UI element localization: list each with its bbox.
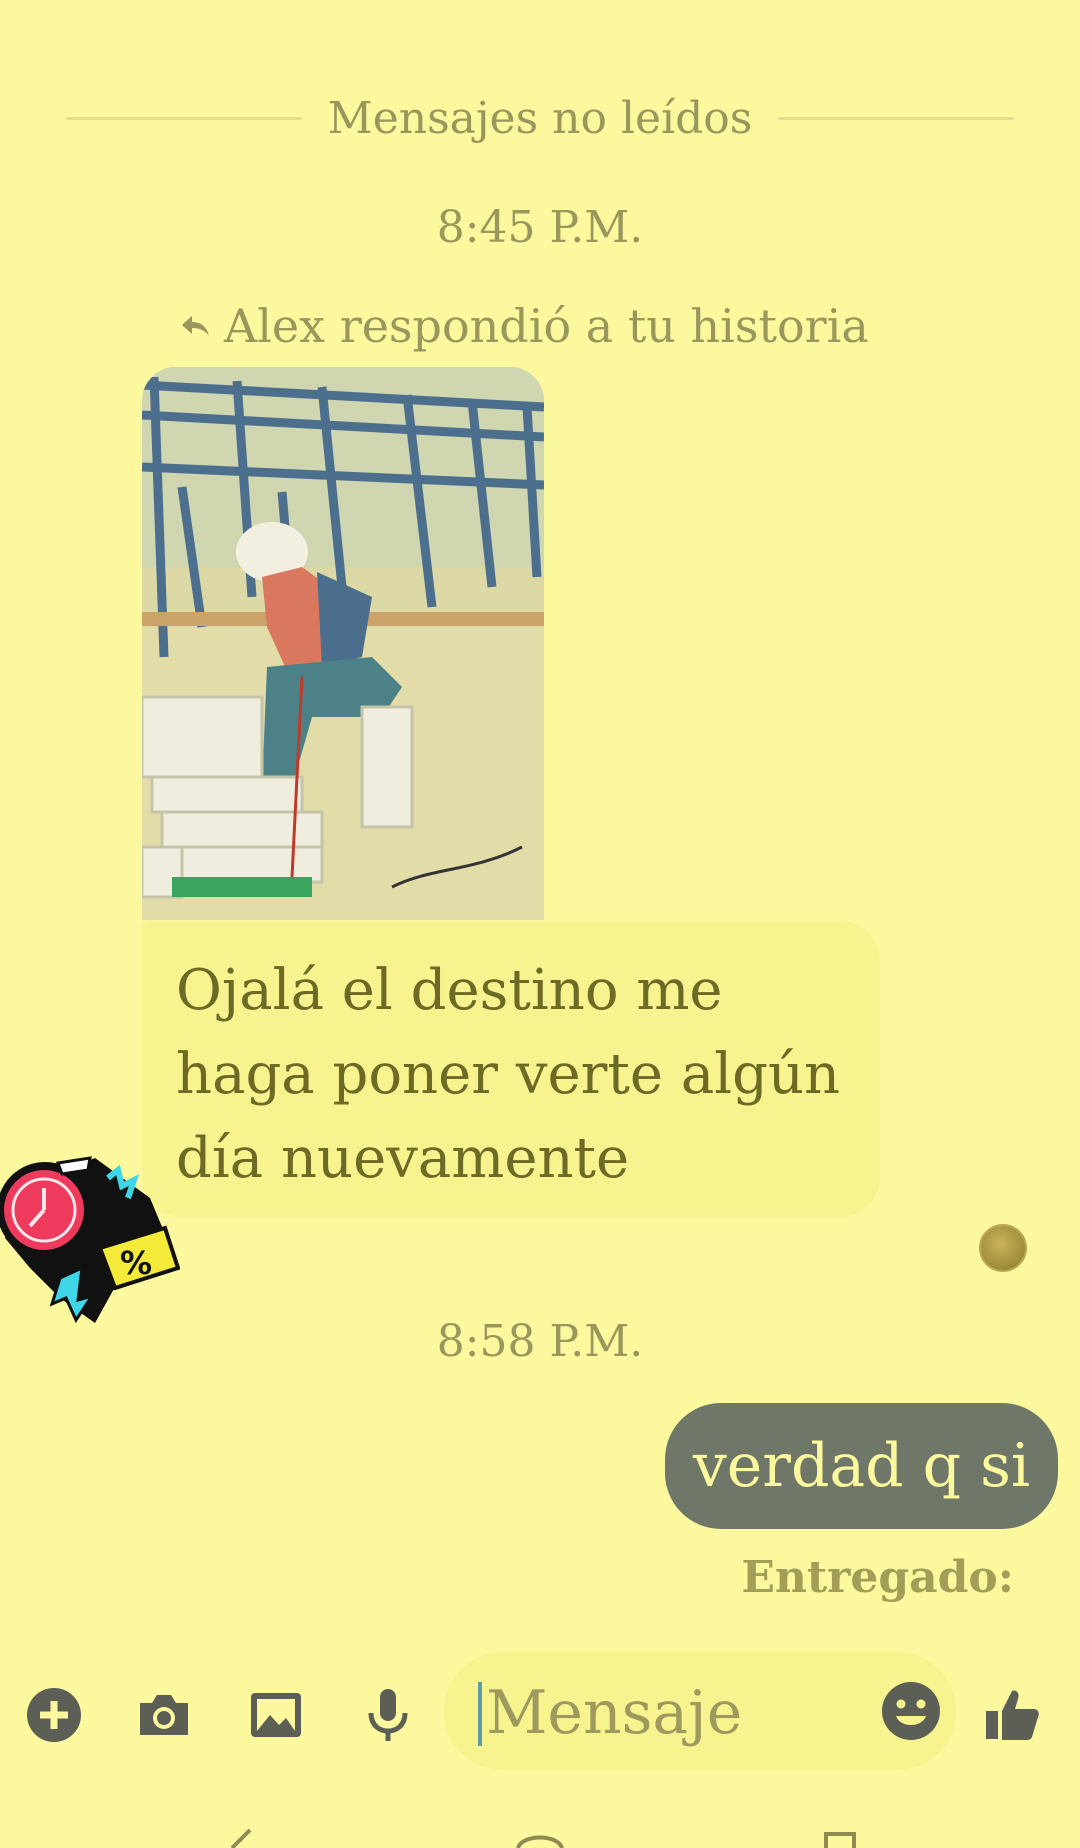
outgoing-message-bubble[interactable]: verdad q si — [665, 1403, 1058, 1529]
story-reply-label: Alex respondió a tu historia — [224, 299, 869, 353]
timestamp-second: 8:58 P.M. — [436, 1316, 644, 1367]
microphone-icon[interactable] — [358, 1685, 418, 1745]
message-input[interactable] — [484, 1670, 848, 1756]
message-input-container — [444, 1652, 956, 1770]
camera-icon[interactable] — [134, 1685, 194, 1745]
unread-divider-label: Mensajes no leídos — [327, 92, 753, 144]
plus-icon[interactable] — [24, 1685, 84, 1745]
thumbs-up-icon[interactable] — [982, 1685, 1042, 1745]
story-photo — [142, 367, 544, 920]
text-cursor — [478, 1682, 482, 1746]
gallery-icon[interactable] — [246, 1685, 306, 1745]
home-nav-icon[interactable] — [514, 1828, 566, 1848]
seen-avatar — [979, 1224, 1027, 1272]
reply-arrow-icon — [182, 316, 209, 336]
divider-line-left — [66, 116, 302, 120]
divider-line-right — [778, 116, 1015, 120]
svg-text:%: % — [120, 1244, 152, 1282]
discount-timer-sticker-icon: % — [0, 1156, 180, 1324]
system-nav-bar — [0, 1808, 1080, 1848]
back-nav-icon[interactable] — [220, 1828, 260, 1848]
story-thumbnail[interactable] — [142, 367, 544, 920]
story-reply-note: Alex respondió a tu historia — [180, 296, 869, 356]
incoming-message-bubble[interactable]: Ojalá el destino me haga poner verte alg… — [142, 921, 880, 1217]
unread-divider: Mensajes no leídos — [66, 88, 1015, 148]
timestamp-first: 8:45 P.M. — [436, 202, 644, 253]
delivery-status: Entregado: — [741, 1552, 1014, 1603]
emoji-icon[interactable] — [880, 1680, 942, 1742]
recents-nav-icon[interactable] — [820, 1828, 860, 1848]
